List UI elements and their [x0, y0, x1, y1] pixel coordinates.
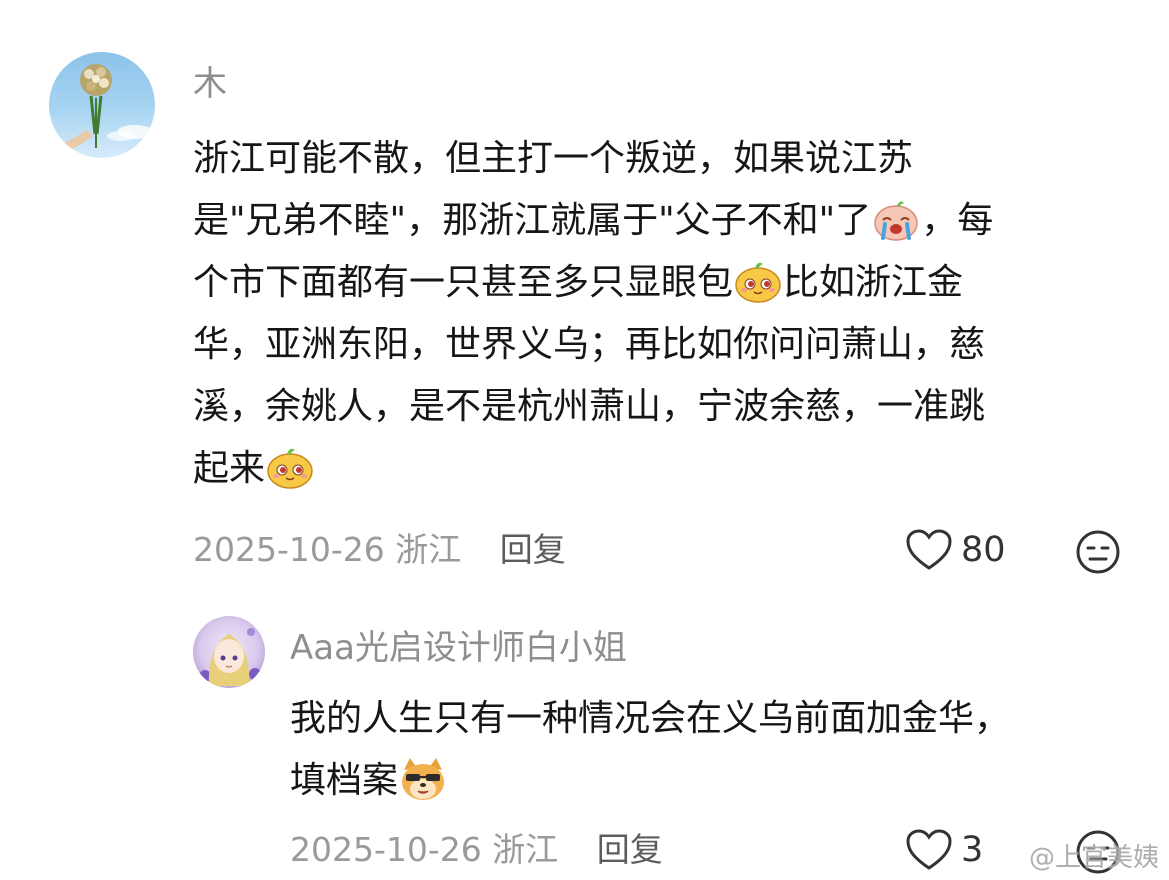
comment-location: 浙江 [395, 530, 462, 569]
dislike-button[interactable] [1075, 529, 1121, 579]
comment-meta: 2025-10-26 浙江 回复 [193, 528, 566, 572]
weibo-watermark: @上官美姨 [1028, 843, 1159, 873]
reply-text: 我的人生只有一种情况会在义乌前面加金华， 填档案 [290, 688, 1010, 812]
comment-line-text: 个市下面都有一只甚至多只显眼包 [193, 262, 734, 303]
reply-username[interactable]: Aaa光启设计师白小姐 [290, 626, 627, 670]
reply-meta: 2025-10-26 浙江 回复 [290, 828, 663, 872]
reply-line-text: 填档案 [290, 760, 399, 801]
comment-username[interactable]: 木 [193, 62, 227, 106]
sunglasses-dog-emoji [398, 756, 448, 802]
like-button[interactable]: 80 [905, 528, 1006, 572]
reply-line: 填档案 [290, 750, 1010, 812]
neutral-face-icon [1076, 530, 1120, 574]
reply-reply-button[interactable]: 回复 [597, 830, 663, 869]
comment-line-text: 起来 [193, 448, 266, 489]
user-avatar[interactable] [49, 52, 155, 158]
comment-line-text: 比如浙江金 [783, 262, 964, 303]
crying-face-emoji [871, 196, 921, 242]
reply-line: 我的人生只有一种情况会在义乌前面加金华， [290, 698, 1011, 739]
smug-bun-emoji [733, 258, 783, 304]
reply-button[interactable]: 回复 [500, 530, 566, 569]
comment-text: 浙江可能不散，但主打一个叛逆，如果说江苏 是"兄弟不睦"，那浙江就属于"父子不和… [193, 128, 993, 500]
comment-date: 2025-10-26 [193, 530, 385, 569]
reply-date: 2025-10-26 [290, 830, 482, 869]
reply-location: 浙江 [492, 830, 559, 869]
comment-line: 是"兄弟不睦"，那浙江就属于"父子不和"了 ，每 [193, 190, 993, 252]
comment-line: 华，亚洲东阳，世界义乌；再比如你问问萧山，慈 [193, 324, 986, 365]
reply-like-count: 3 [961, 830, 984, 870]
comment-thread: 木 浙江可能不散，但主打一个叛逆，如果说江苏 是"兄弟不睦"，那浙江就属于"父子… [0, 0, 1169, 880]
heart-outline-icon [906, 829, 952, 870]
flower-bouquet-icon [49, 64, 153, 158]
smug-bun-emoji [265, 444, 315, 490]
anime-girl-avatar-icon [199, 628, 261, 686]
heart-outline-icon [906, 529, 952, 570]
comment-line: 浙江可能不散，但主打一个叛逆，如果说江苏 [193, 138, 914, 179]
reply-like-button[interactable]: 3 [905, 828, 983, 872]
reply-avatar[interactable] [193, 616, 265, 688]
comment-line: 个市下面都有一只甚至多只显眼包 比如浙江金 [193, 252, 993, 314]
comment-line: 起来 [193, 438, 993, 500]
like-count: 80 [961, 530, 1006, 570]
comment-line-text: ，每 [921, 200, 994, 241]
comment-line: 溪，余姚人，是不是杭州萧山，宁波余慈，一准跳 [193, 386, 986, 427]
comment-line-text: 是"兄弟不睦"，那浙江就属于"父子不和"了 [193, 200, 872, 241]
